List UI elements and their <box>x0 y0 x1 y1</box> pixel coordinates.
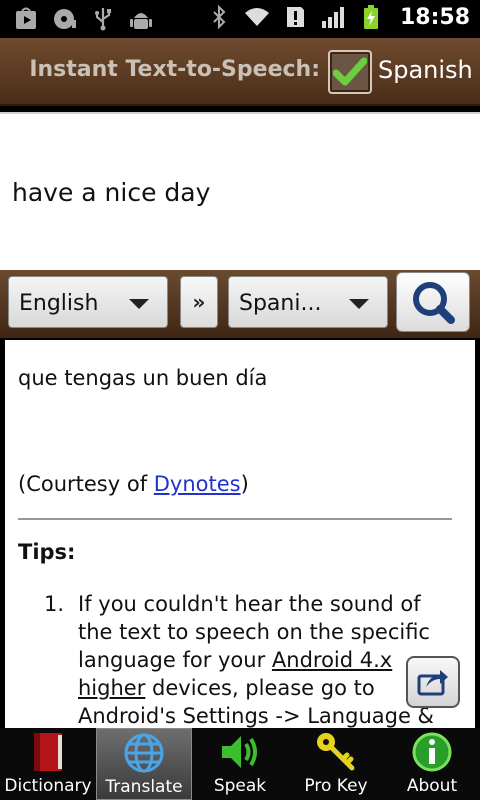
tab-label: Speak <box>213 776 267 796</box>
speech-language-label[interactable]: Spanish <box>378 56 473 84</box>
book-icon <box>25 730 71 774</box>
globe-icon <box>121 731 167 775</box>
from-language-label: English <box>19 291 99 316</box>
translation-text: que tengas un buen día <box>18 366 268 390</box>
dynotes-link[interactable]: Dynotes <box>154 472 241 496</box>
search-icon <box>413 282 455 324</box>
tip-number: 1. <box>44 592 65 616</box>
translate-search-button[interactable] <box>396 272 470 332</box>
from-language-spinner[interactable]: English <box>8 276 168 328</box>
play-store-icon <box>14 6 40 32</box>
courtesy-prefix: (Courtesy of <box>18 472 154 496</box>
status-bar: 18:58 <box>0 0 480 38</box>
usb-icon <box>90 6 116 32</box>
bluetooth-icon <box>206 4 232 30</box>
language-selector-bar: English » Spani... <box>0 270 480 338</box>
translation-result-panel: que tengas un buen día (Courtesy of Dyno… <box>5 340 475 728</box>
tab-dictionary[interactable]: Dictionary <box>0 728 96 800</box>
wifi-icon <box>244 4 270 30</box>
tab-about[interactable]: About <box>384 728 480 800</box>
courtesy-line: (Courtesy of Dynotes) <box>18 470 458 498</box>
share-button[interactable] <box>406 656 460 708</box>
app-screen: 18:58 Instant Text-to-Speech: Spanish ha… <box>0 0 480 800</box>
tab-speak[interactable]: Speak <box>192 728 288 800</box>
divider <box>18 518 452 520</box>
bottom-tab-bar: Dictionary Translate Speak Pro Key About <box>0 728 480 800</box>
signal-icon <box>320 4 346 30</box>
tips-list: 1. If you couldn't hear the sound of the… <box>18 590 458 728</box>
key-icon <box>313 730 359 774</box>
tab-label: Translate <box>105 777 183 797</box>
info-icon <box>409 730 455 774</box>
title-bar: Instant Text-to-Speech: Spanish <box>0 38 480 106</box>
tab-label: About <box>406 776 458 796</box>
tab-translate[interactable]: Translate <box>96 728 192 800</box>
source-text-input[interactable]: have a nice day <box>0 112 480 270</box>
to-language-label: Spani... <box>239 291 322 316</box>
disc-icon <box>52 6 78 32</box>
alert-icon <box>282 4 308 30</box>
courtesy-suffix: ) <box>240 472 249 496</box>
android-debug-icon <box>128 6 154 32</box>
swap-direction-button[interactable]: » <box>180 276 218 328</box>
speech-enable-checkbox[interactable] <box>328 50 372 94</box>
tab-pro-key[interactable]: Pro Key <box>288 728 384 800</box>
tips-heading: Tips: <box>18 540 76 564</box>
source-text: have a nice day <box>12 178 211 207</box>
tab-label: Dictionary <box>4 776 92 796</box>
to-language-spinner[interactable]: Spani... <box>228 276 388 328</box>
checkmark-icon <box>333 57 367 86</box>
share-icon <box>417 670 448 696</box>
tab-label: Pro Key <box>304 776 368 796</box>
clock: 18:58 <box>399 4 470 30</box>
chevron-down-icon <box>129 299 149 309</box>
chevron-down-icon <box>349 299 369 309</box>
battery-charging-icon <box>358 4 384 30</box>
speaker-icon <box>217 730 263 774</box>
app-title: Instant Text-to-Speech: <box>29 57 320 82</box>
